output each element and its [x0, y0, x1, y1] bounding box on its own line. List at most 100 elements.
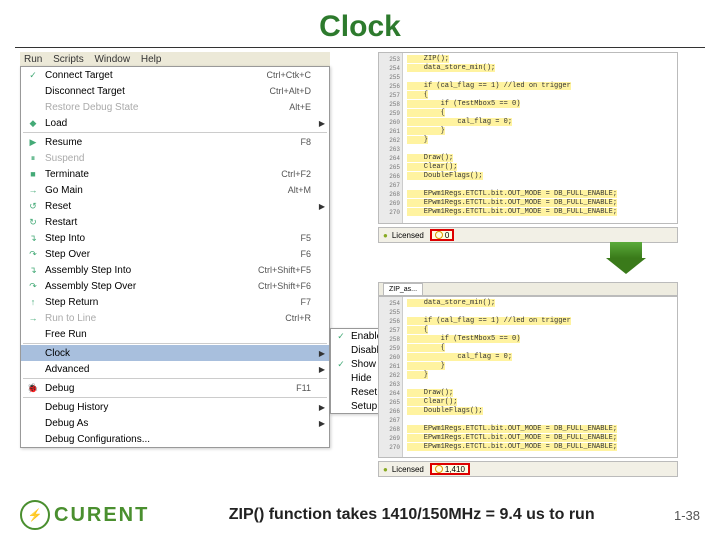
- menu-label: Advanced: [41, 364, 311, 375]
- editor-tabs[interactable]: ZIP_as...: [378, 282, 678, 296]
- menu-item[interactable]: Restore Debug StateAlt+E: [21, 99, 329, 115]
- submenu-arrow-icon: ▶: [319, 202, 325, 211]
- menu-icon: [25, 400, 41, 414]
- arrow-down-icon: [606, 242, 646, 276]
- menu-icon: ▶: [25, 135, 41, 149]
- menu-icon: [25, 416, 41, 430]
- menu-icon: ↑: [25, 295, 41, 309]
- menu-icon: ↴: [25, 263, 41, 277]
- dot-icon: ●: [383, 465, 388, 474]
- menu-item[interactable]: ↑Step ReturnF7: [21, 294, 329, 310]
- menu-label: Free Run: [41, 329, 311, 340]
- menu-icon: [25, 362, 41, 376]
- menubar-help[interactable]: Help: [141, 54, 162, 65]
- menu-label: Run to Line: [41, 313, 285, 324]
- check-icon: ✓: [335, 329, 347, 343]
- menubar-scripts[interactable]: Scripts: [53, 54, 84, 65]
- source-code: data_store_min(); if (cal_flag == 1) //l…: [405, 297, 677, 454]
- menu-label: Assembly Step Over: [41, 281, 258, 292]
- code-pane-bottom: 2542552562572582592602612622632642652662…: [378, 296, 678, 458]
- menu-shortcut: F6: [300, 249, 325, 259]
- menu-label: Clock: [41, 348, 311, 359]
- menu-shortcut: F7: [300, 297, 325, 307]
- menu-icon: ◆: [25, 116, 41, 130]
- menu-shortcut: Ctrl+R: [285, 313, 325, 323]
- menu-item[interactable]: 🐞DebugF11: [21, 380, 329, 396]
- menu-label: Step Into: [41, 233, 300, 244]
- menubar-run[interactable]: Run: [24, 54, 42, 65]
- clock-cycles-box: 0: [430, 229, 454, 241]
- menu-icon: ↴: [25, 231, 41, 245]
- menu-item[interactable]: ◆Load▶: [21, 115, 329, 131]
- menu-item[interactable]: Debug As ▶: [21, 415, 329, 431]
- menu-icon: [25, 327, 41, 341]
- menu-shortcut: F8: [300, 137, 325, 147]
- source-code: ZIP(); data_store_min(); if (cal_flag ==…: [405, 53, 677, 219]
- status-bar-bottom: ● Licensed 1,410: [378, 461, 678, 477]
- run-menu[interactable]: ✓Connect TargetCtrl+Ctk+CDisconnect Targ…: [20, 66, 330, 448]
- slide-title: Clock: [0, 0, 720, 47]
- menu-icon: [25, 432, 41, 446]
- menu-label: Assembly Step Into: [41, 265, 258, 276]
- menu-label: Terminate: [41, 169, 281, 180]
- menu-item[interactable]: ↴Assembly Step IntoCtrl+Shift+F5: [21, 262, 329, 278]
- menu-item[interactable]: ⏸Suspend: [21, 150, 329, 166]
- menu-icon: ✓: [25, 68, 41, 82]
- menu-item[interactable]: ↷Step OverF6: [21, 246, 329, 262]
- menu-shortcut: Alt+M: [288, 185, 325, 195]
- menu-shortcut: Ctrl+F2: [281, 169, 325, 179]
- menu-item[interactable]: Advanced ▶: [21, 361, 329, 377]
- menu-item[interactable]: →Run to LineCtrl+R: [21, 310, 329, 326]
- menu-item[interactable]: Free Run: [21, 326, 329, 342]
- clock-value: 0: [445, 231, 449, 240]
- submenu-arrow-icon: ▶: [319, 119, 325, 128]
- menu-shortcut: Ctrl+Shift+F5: [258, 265, 325, 275]
- menu-shortcut: Alt+E: [289, 102, 325, 112]
- check-icon: [335, 343, 347, 357]
- menu-item[interactable]: ↻Restart: [21, 214, 329, 230]
- menu-item[interactable]: ■TerminateCtrl+F2: [21, 166, 329, 182]
- menu-label: Suspend: [41, 153, 311, 164]
- menu-shortcut: Ctrl+Alt+D: [269, 86, 325, 96]
- menu-label: Debug As: [41, 418, 311, 429]
- menu-item[interactable]: ↴Step IntoF5: [21, 230, 329, 246]
- menu-icon: [25, 84, 41, 98]
- menu-shortcut: Ctrl+Ctk+C: [266, 70, 325, 80]
- clock-cycles-box: 1,410: [430, 463, 470, 475]
- menu-icon: ↷: [25, 247, 41, 261]
- logo: ⚡ CURENT: [20, 500, 149, 530]
- caption: ZIP() function takes 1410/150MHz = 9.4 u…: [229, 506, 595, 524]
- menubar[interactable]: Run Scripts Window Help: [20, 52, 330, 67]
- line-gutter: 2542552562572582592602612622632642652662…: [379, 297, 403, 457]
- menu-item[interactable]: ▶ResumeF8: [21, 134, 329, 150]
- submenu-arrow-icon: ▶: [319, 349, 325, 358]
- menu-label: Restore Debug State: [41, 102, 289, 113]
- menu-item[interactable]: Debug History▶: [21, 399, 329, 415]
- menu-item[interactable]: ↷Assembly Step OverCtrl+Shift+F6: [21, 278, 329, 294]
- status-bar-top: ● Licensed 0: [378, 227, 678, 243]
- menu-icon: ↷: [25, 279, 41, 293]
- clock-icon: [435, 231, 443, 239]
- menu-label: Disconnect Target: [41, 86, 269, 97]
- menu-item[interactable]: Disconnect TargetCtrl+Alt+D: [21, 83, 329, 99]
- menu-shortcut: F5: [300, 233, 325, 243]
- menu-icon: →: [25, 183, 41, 197]
- menu-item[interactable]: →Go MainAlt+M: [21, 182, 329, 198]
- divider: [15, 47, 705, 48]
- logo-text: CURENT: [54, 504, 149, 527]
- check-icon: [335, 385, 347, 399]
- menu-item[interactable]: Debug Configurations...: [21, 431, 329, 447]
- menu-label: Step Over: [41, 249, 300, 260]
- dot-icon: ●: [383, 231, 388, 240]
- menu-label: Reset: [41, 201, 311, 212]
- submenu-arrow-icon: ▶: [319, 419, 325, 428]
- menubar-window[interactable]: Window: [94, 54, 130, 65]
- menu-item[interactable]: Clock ▶: [21, 345, 329, 361]
- submenu-arrow-icon: ▶: [319, 365, 325, 374]
- tab-zip[interactable]: ZIP_as...: [383, 283, 423, 295]
- line-gutter: 2532542552562572582592602612622632642652…: [379, 53, 403, 223]
- menu-item[interactable]: ↺Reset▶: [21, 198, 329, 214]
- menu-item[interactable]: ✓Connect TargetCtrl+Ctk+C: [21, 67, 329, 83]
- footer: ⚡ CURENT ZIP() function takes 1410/150MH…: [20, 500, 700, 530]
- menu-label: Go Main: [41, 185, 288, 196]
